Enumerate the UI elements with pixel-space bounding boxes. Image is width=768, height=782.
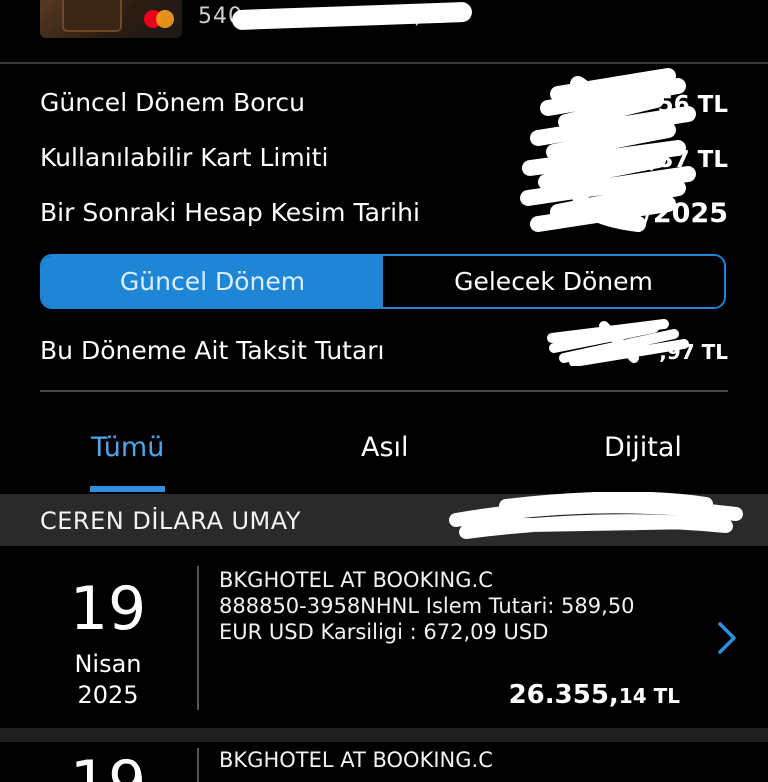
transaction-detail: 888850-3958NHNL Islem Tutari: 589,50 (219, 594, 635, 618)
transaction-merchant: BKGHOTEL AT BOOKING.C (219, 748, 493, 772)
row-separator (0, 728, 768, 742)
next-statement-label: Bir Sonraki Hesap Kesim Tarihi (40, 198, 420, 227)
installment-value: ,97 TL (659, 340, 728, 364)
card-owner-name: CEREN DİLARA UMAY (40, 507, 301, 535)
active-tab-indicator (90, 486, 165, 492)
available-limit-label: Kullanılabilir Kart Limiti (40, 143, 329, 172)
current-debt-label: Güncel Dönem Borcu (40, 88, 305, 117)
transaction-divider (197, 566, 199, 710)
transaction-conversion: EUR USD Karsiligi : 672,09 USD (219, 620, 549, 644)
transaction-month: Nisan (74, 650, 142, 678)
redaction-scribble (449, 492, 743, 539)
current-period-tab[interactable]: Güncel Dönem (42, 256, 383, 307)
period-toggle[interactable]: Güncel Dönem Gelecek Dönem (40, 254, 726, 309)
installment-label: Bu Döneme Ait Taksit Tutarı (40, 336, 385, 365)
transaction-year: 2025 (77, 681, 139, 709)
tab-main[interactable]: Asıl (361, 432, 409, 463)
mastercard-logo-icon (144, 10, 174, 28)
transaction-amount: 26.355,14 TL (509, 680, 680, 710)
transaction-amount-decimal: 14 TL (618, 684, 680, 708)
chevron-right-icon[interactable] (712, 618, 742, 658)
transaction-row[interactable]: 19 Nisan 2025 BKGHOTEL AT BOOKING.C 8888… (0, 546, 768, 728)
section-divider (40, 390, 728, 392)
tab-all[interactable]: Tümü (91, 432, 164, 463)
redaction-scribble (520, 68, 696, 232)
card-image[interactable] (40, 0, 182, 38)
card-artwork (62, 0, 122, 32)
transaction-row[interactable]: 19 BKGHOTEL AT BOOKING.C (0, 742, 768, 782)
tab-digital[interactable]: Dijital (604, 432, 682, 463)
transaction-day: 19 (69, 574, 147, 644)
transaction-amount-main: 26.355, (508, 680, 619, 710)
transaction-merchant: BKGHOTEL AT BOOKING.C (219, 568, 493, 592)
future-period-tab[interactable]: Gelecek Dönem (383, 256, 724, 307)
transaction-divider (197, 748, 199, 782)
transaction-day: 19 (48, 748, 168, 782)
